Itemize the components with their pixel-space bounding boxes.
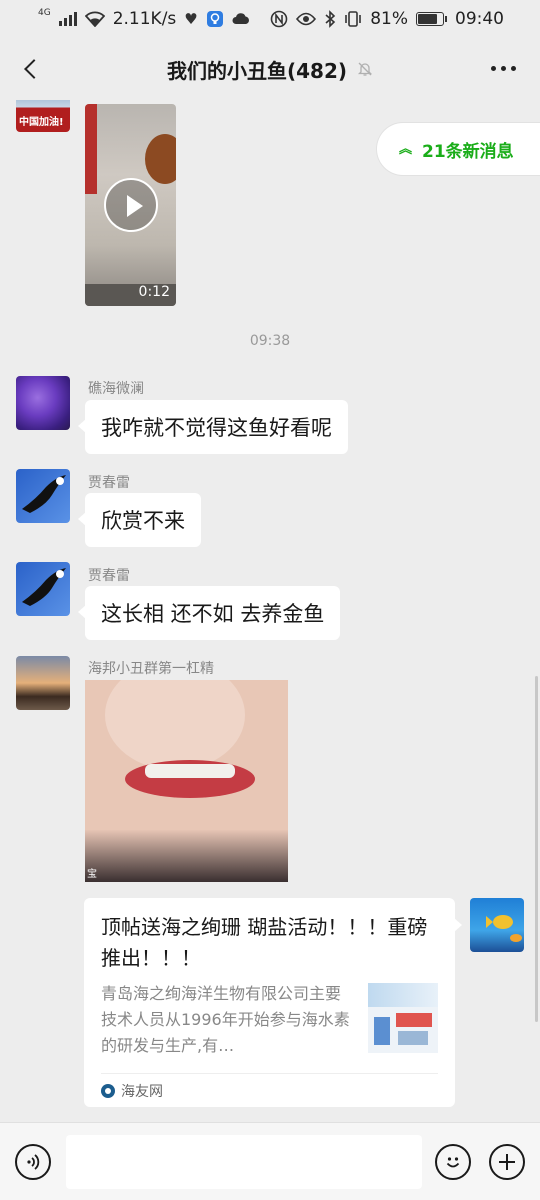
- avatar[interactable]: [470, 898, 524, 952]
- network-type: 4G: [38, 8, 51, 18]
- message-text: 欣赏不来: [101, 509, 185, 533]
- battery-percent: 81%: [370, 9, 408, 29]
- message-input[interactable]: [66, 1135, 422, 1189]
- message-text: 我咋就不觉得这鱼好看呢: [101, 416, 332, 440]
- voice-button[interactable]: [15, 1144, 51, 1180]
- message-bubble[interactable]: 我咋就不觉得这鱼好看呢: [78, 400, 348, 454]
- battery-icon: [416, 12, 447, 26]
- nfc-icon: [270, 10, 288, 28]
- new-messages-button[interactable]: ︽ 21条新消息: [376, 122, 540, 176]
- sender-name: 贾春雷: [88, 568, 130, 584]
- smile-icon: [446, 1157, 460, 1168]
- more-functions-button[interactable]: [489, 1144, 525, 1180]
- status-bar: 4G 2.11K/s ♥ 81% 09:40: [0, 0, 540, 38]
- scrollbar[interactable]: [535, 676, 538, 1022]
- sender-name: 海邦小丑群第一杠精: [88, 661, 214, 677]
- link-description: 青岛海之绚海洋生物有限公司主要技术人员从1996年开始参与海水素的研发与生产,有…: [101, 984, 350, 1055]
- avatar-label: 中国加油!: [19, 117, 64, 128]
- clock: 09:40: [455, 9, 504, 29]
- heart-icon: ♥: [184, 10, 198, 28]
- plus-icon: [499, 1154, 515, 1170]
- link-thumbnail: [368, 983, 438, 1053]
- emoji-button[interactable]: [435, 1144, 471, 1180]
- new-messages-label: 21条新消息: [422, 141, 514, 162]
- signal-icon: [58, 12, 77, 26]
- chat-title: 我们的小丑鱼(482): [166, 58, 348, 83]
- source-logo-icon: [101, 1083, 115, 1098]
- bluetooth-icon: [325, 10, 336, 28]
- avatar[interactable]: [16, 562, 70, 616]
- input-bar: [0, 1122, 540, 1200]
- avatar[interactable]: [16, 469, 70, 523]
- voice-icon: [27, 1154, 40, 1170]
- bell-muted-icon: [357, 62, 373, 76]
- video-message[interactable]: 0:12: [85, 104, 176, 306]
- link-card[interactable]: 顶帖送海之绚珊 瑚盐活动！！！重磅推出！！！ 青岛海之绚海洋生物有限公司主要技术…: [84, 898, 462, 1107]
- more-options-button[interactable]: [491, 56, 516, 80]
- image-watermark: 宝: [87, 869, 97, 880]
- fish-icon: [486, 915, 522, 942]
- message-bubble[interactable]: 欣赏不来: [78, 493, 201, 547]
- link-title: 顶帖送海之绚珊 瑚盐活动！！！重磅推出！！！: [101, 915, 428, 970]
- network-speed: 2.11K/s: [112, 9, 177, 29]
- back-button[interactable]: [12, 50, 50, 88]
- link-source-name: 海友网: [121, 1083, 163, 1100]
- chat-area[interactable]: 中国加油! 0:12 ︽ 21条新消息 09:38 礁海微澜 我咋就不觉得这鱼好…: [0, 100, 540, 1122]
- avatar[interactable]: [16, 656, 70, 710]
- cloud-icon: [232, 13, 249, 24]
- message-text: 这长相 还不如 去养金鱼: [101, 602, 325, 626]
- sender-name: 礁海微澜: [88, 381, 144, 397]
- chevron-left-icon: [24, 59, 44, 79]
- eye-icon: [296, 12, 317, 26]
- avatar[interactable]: [16, 376, 70, 430]
- double-chevron-up-icon: ︽: [399, 141, 413, 157]
- eagle-icon: [22, 568, 66, 606]
- avatar[interactable]: 中国加油!: [16, 100, 70, 132]
- eagle-icon: [22, 475, 66, 513]
- video-duration: 0:12: [138, 284, 170, 300]
- vibrate-icon: [345, 11, 362, 27]
- image-message[interactable]: 宝: [85, 680, 288, 882]
- play-icon[interactable]: [104, 178, 158, 232]
- sender-name: 贾春雷: [88, 475, 130, 491]
- wifi-icon: [84, 11, 105, 27]
- title-bar: 我们的小丑鱼(482): [0, 38, 540, 100]
- bulb-icon: [206, 11, 223, 27]
- time-divider: 09:38: [249, 333, 291, 349]
- message-bubble[interactable]: 这长相 还不如 去养金鱼: [77, 586, 341, 640]
- link-source: 海友网: [101, 1073, 438, 1107]
